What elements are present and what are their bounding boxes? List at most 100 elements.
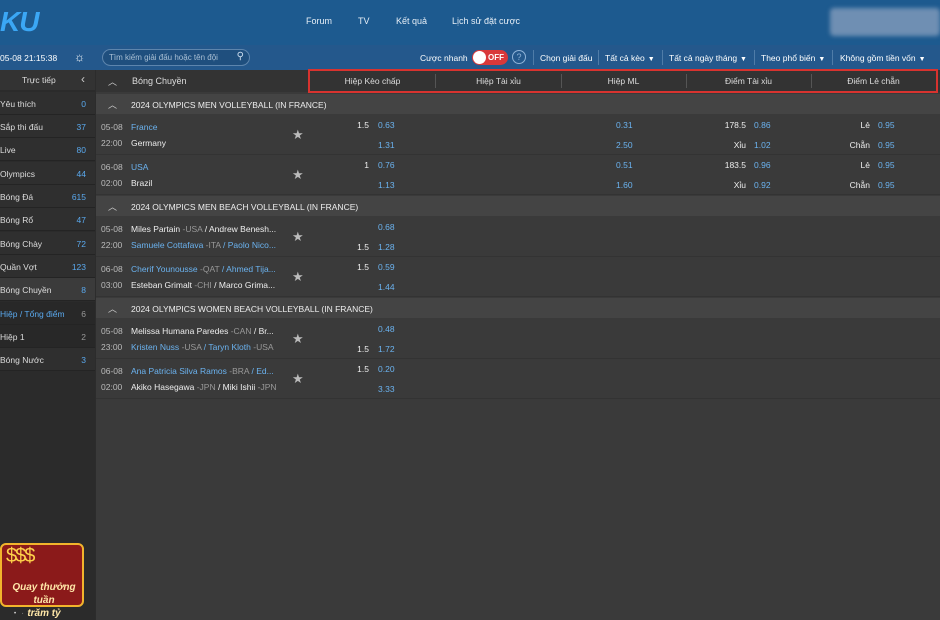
league-header[interactable]: ︿ 2024 OLYMPICS WOMEN BEACH VOLLEYBALL (… bbox=[96, 298, 940, 318]
away-team[interactable]: Esteban Grimalt -CHI / Marco Grima... bbox=[131, 280, 281, 290]
search-icon[interactable]: ⚲ bbox=[237, 51, 244, 62]
nav-bet-history[interactable]: Lịch sử đặt cược bbox=[452, 16, 520, 26]
handicap-line: 1.5 bbox=[357, 364, 369, 374]
divider bbox=[533, 50, 534, 65]
odds-button[interactable]: 0.86 bbox=[754, 120, 771, 130]
search-input[interactable] bbox=[109, 51, 229, 64]
away-team[interactable]: Akiko Hasegawa -JPN / Miki Ishii -JPN bbox=[131, 382, 281, 392]
sidebar-item-basketball[interactable]: Bóng Rổ 47 bbox=[0, 208, 95, 231]
filter-dates[interactable]: Tất cả ngày tháng ▼ bbox=[669, 53, 747, 63]
sidebar-item-baseball[interactable]: Bóng Chày 72 bbox=[0, 232, 95, 255]
collapse-up-icon[interactable]: ︿ bbox=[108, 98, 117, 111]
match-time: 02:00 bbox=[101, 178, 123, 188]
sidebar-item-favorites[interactable]: Yêu thích 0 bbox=[0, 92, 95, 115]
sidebar-item-olympics[interactable]: Olympics 44 bbox=[0, 162, 95, 185]
odds-button[interactable]: 0.95 bbox=[878, 160, 895, 170]
sidebar-item-water-polo[interactable]: Bóng Nước 3 bbox=[0, 348, 95, 371]
away-team[interactable]: Samuele Cottafava -ITA / Paolo Nico... bbox=[131, 240, 281, 250]
star-icon[interactable]: ★ bbox=[292, 371, 304, 387]
player-name: Miki Ishii bbox=[222, 382, 256, 392]
sidebar-header: Trực tiếp ‹ bbox=[0, 70, 95, 90]
sidebar-item-label: Bóng Chuyền bbox=[0, 285, 52, 295]
filter-league[interactable]: Chọn giải đấu bbox=[540, 53, 592, 63]
home-team[interactable]: France bbox=[131, 122, 281, 132]
match-row: 06-08 03:00 Cherif Younousse -QAT / Ahme… bbox=[96, 257, 940, 297]
odds-button[interactable]: 0.76 bbox=[378, 160, 395, 170]
quick-bet-toggle[interactable]: OFF bbox=[472, 50, 508, 65]
player-name: Cherif Younousse bbox=[131, 264, 198, 274]
player-name: Ana Patricia Silva Ramos bbox=[131, 366, 227, 376]
promo-banner[interactable]: $$$ Quay thưởng tuần trăm tỷ bbox=[0, 543, 84, 619]
help-icon[interactable]: ? bbox=[512, 50, 526, 64]
nav-forum[interactable]: Forum bbox=[306, 16, 332, 26]
filter-sort[interactable]: Theo phổ biến ▼ bbox=[761, 53, 825, 63]
sidebar-item-upcoming[interactable]: Sắp thi đấu 37 bbox=[0, 115, 95, 138]
odds-button[interactable]: 0.95 bbox=[878, 120, 895, 130]
filter-markets[interactable]: Tất cả kèo ▼ bbox=[605, 53, 655, 63]
sidebar-item-volleyball[interactable]: Bóng Chuyền 8 bbox=[0, 278, 95, 301]
sun-icon[interactable]: ☼ bbox=[74, 50, 85, 64]
odds-button[interactable]: 0.31 bbox=[616, 120, 633, 130]
sidebar-item-set-1[interactable]: Hiệp 1 2 bbox=[0, 325, 95, 348]
odds-button[interactable]: 2.50 bbox=[616, 140, 633, 150]
odds-button[interactable]: 0.48 bbox=[378, 324, 395, 334]
away-team[interactable]: Kristen Nuss -USA / Taryn Kloth -USA bbox=[131, 342, 281, 352]
col-points-over-under: Điểm Tài xỉu bbox=[724, 76, 773, 86]
odds-button[interactable]: 0.95 bbox=[878, 140, 895, 150]
odds-button[interactable]: 0.59 bbox=[378, 262, 395, 272]
odds-button[interactable]: 1.31 bbox=[378, 140, 395, 150]
odds-button[interactable]: 1.28 bbox=[378, 242, 395, 252]
collapse-up-icon[interactable]: ︿ bbox=[108, 302, 117, 315]
away-team[interactable]: Germany bbox=[131, 138, 281, 148]
away-team[interactable]: Brazil bbox=[131, 178, 281, 188]
filter-stake[interactable]: Không gồm tiền vốn ▼ bbox=[840, 53, 926, 63]
star-icon[interactable]: ★ bbox=[292, 269, 304, 285]
home-team[interactable]: USA bbox=[131, 162, 281, 172]
odds-button[interactable]: 1.44 bbox=[378, 282, 395, 292]
sidebar-item-count: 2 bbox=[81, 332, 86, 342]
sidebar-item-set-total[interactable]: Hiệp / Tổng điểm 6 bbox=[0, 302, 95, 325]
match-date: 05-08 bbox=[101, 326, 123, 336]
odds-button[interactable]: 1.60 bbox=[616, 180, 633, 190]
league-header[interactable]: ︿ 2024 OLYMPICS MEN BEACH VOLLEYBALL (IN… bbox=[96, 196, 940, 216]
odds-button[interactable]: 0.51 bbox=[616, 160, 633, 170]
sidebar-item-count: 37 bbox=[76, 122, 86, 132]
nav-tv[interactable]: TV bbox=[358, 16, 370, 26]
account-area[interactable] bbox=[830, 8, 940, 36]
star-icon[interactable]: ★ bbox=[292, 229, 304, 245]
home-team[interactable]: Ana Patricia Silva Ramos -BRA / Ed... bbox=[131, 366, 281, 376]
star-icon[interactable]: ★ bbox=[292, 127, 304, 143]
odds-button[interactable]: 0.92 bbox=[754, 180, 771, 190]
col-set-handicap: Hiệp Kèo chấp bbox=[344, 76, 401, 86]
home-team[interactable]: Melissa Humana Paredes -CAN / Br... bbox=[131, 326, 281, 336]
col-points-odd-even: Điểm Lẻ chẵn bbox=[847, 76, 900, 86]
sidebar-item-live[interactable]: Live 80 bbox=[0, 138, 95, 161]
collapse-up-icon[interactable]: ︿ bbox=[108, 75, 117, 88]
collapse-up-icon[interactable]: ︿ bbox=[108, 200, 117, 213]
under-label: Xỉu bbox=[733, 140, 746, 150]
odds-button[interactable]: 1.02 bbox=[754, 140, 771, 150]
odds-button[interactable]: 0.68 bbox=[378, 222, 395, 232]
player-name: Andrew Benesh... bbox=[208, 224, 277, 234]
league-header[interactable]: ︿ 2024 OLYMPICS MEN VOLLEYBALL (IN FRANC… bbox=[96, 94, 940, 114]
search-box[interactable]: ⚲ bbox=[102, 49, 250, 66]
odds-button[interactable]: 1.72 bbox=[378, 344, 395, 354]
sidebar-item-football[interactable]: Bóng Đá 615 bbox=[0, 185, 95, 208]
sidebar-item-tennis[interactable]: Quần Vợt 123 bbox=[0, 255, 95, 278]
odds-button[interactable]: 0.63 bbox=[378, 120, 395, 130]
odds-button[interactable]: 0.95 bbox=[878, 180, 895, 190]
star-icon[interactable]: ★ bbox=[292, 331, 304, 347]
country-code: -CHI bbox=[194, 280, 212, 290]
odds-button[interactable]: 3.33 bbox=[378, 384, 395, 394]
home-team[interactable]: Miles Partain -USA / Andrew Benesh... bbox=[131, 224, 281, 234]
home-team[interactable]: Cherif Younousse -QAT / Ahmed Tija... bbox=[131, 264, 281, 274]
carousel-dots[interactable]: • · bbox=[14, 611, 26, 617]
odds-button[interactable]: 1.13 bbox=[378, 180, 395, 190]
star-icon[interactable]: ★ bbox=[292, 167, 304, 183]
collapse-chevron-icon[interactable]: ‹ bbox=[81, 72, 85, 86]
brand-logo[interactable]: KU bbox=[0, 6, 39, 38]
odds-button[interactable]: 0.96 bbox=[754, 160, 771, 170]
nav-results[interactable]: Kết quả bbox=[396, 16, 427, 26]
player-name: Kristen Nuss bbox=[131, 342, 180, 352]
odds-button[interactable]: 0.20 bbox=[378, 364, 395, 374]
